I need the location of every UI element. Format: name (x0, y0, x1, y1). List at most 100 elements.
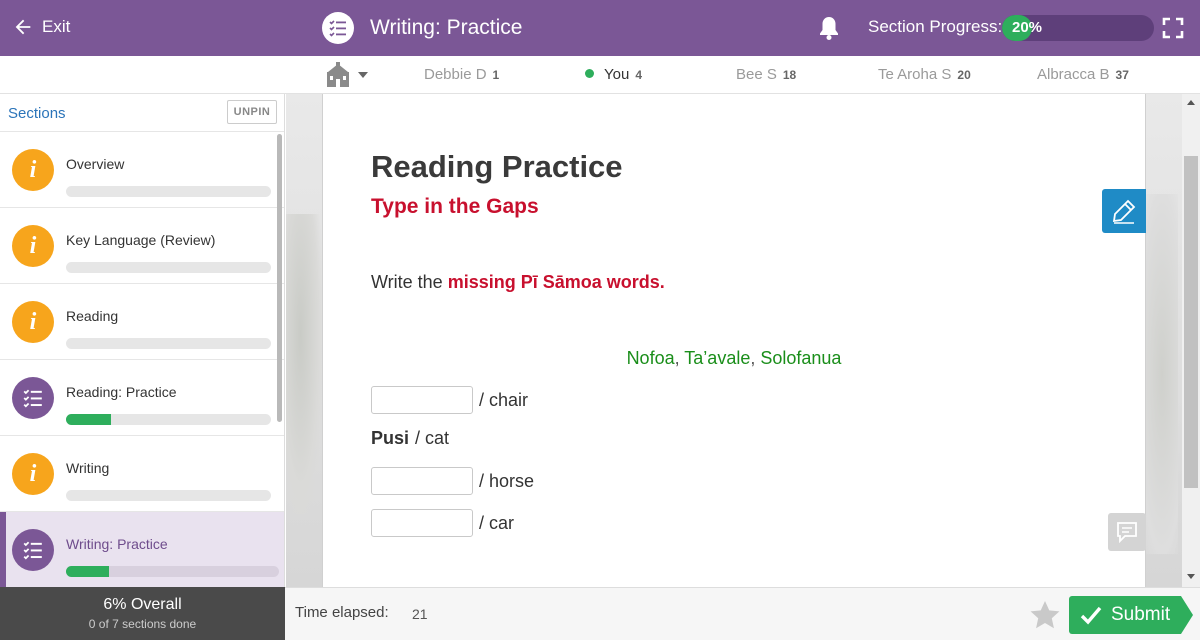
leaderboard-score: 20 (957, 68, 971, 82)
sections-sidebar: Sections UNPIN i Overview i Key Language… (0, 94, 285, 587)
leaderboard-name: Albracca B (1037, 66, 1110, 83)
gap-input-car[interactable] (371, 509, 473, 537)
sidebar-item-reading[interactable]: i Reading (0, 284, 284, 360)
sidebar-item-label: Key Language (Review) (66, 232, 216, 248)
arrow-left-icon (15, 19, 31, 35)
word-bank-separator: , (750, 348, 761, 368)
time-elapsed-value: 21 (412, 606, 428, 622)
sidebar-item-label: Writing: Practice (66, 536, 168, 552)
time-elapsed-label: Time elapsed: (295, 604, 389, 621)
leaderboard-bar: Debbie D 1 You 4 Bee S 18 Te Aroha S 20 Albr… (0, 56, 1200, 94)
fullscreen-icon[interactable] (1162, 17, 1184, 39)
gap-translation: / horse (479, 470, 535, 491)
submit-label: Submit (1111, 604, 1171, 625)
sidebar-item-writing[interactable]: i Writing (0, 436, 284, 512)
section-progress-bar (66, 262, 271, 273)
checklist-icon (322, 12, 354, 44)
background-image (286, 214, 322, 514)
section-progress-bar (66, 186, 271, 197)
sections-done-count: 0 of 7 sections done (88, 617, 197, 631)
annotate-button[interactable] (1102, 189, 1146, 233)
leaderboard-name: Bee S (736, 66, 777, 83)
activity-card: Reading Practice Type in the Gaps Write … (322, 94, 1146, 587)
section-progress-bar (66, 414, 271, 425)
leaderboard-name: Debbie D (424, 66, 487, 83)
activity-subheading: Type in the Gaps (371, 195, 539, 218)
chevron-down-icon (358, 72, 368, 78)
sidebar-scrollbar[interactable] (277, 134, 282, 422)
sidebar-item-label: Reading (66, 308, 119, 324)
gap-input-chair[interactable] (371, 386, 473, 414)
given-row: Pusi / cat (371, 428, 449, 449)
section-progress-bar (66, 338, 271, 349)
checkmark-icon (1080, 606, 1102, 625)
school-icon (327, 62, 349, 87)
word-bank-word: Ta’avale (684, 348, 751, 368)
checklist-icon (12, 377, 54, 419)
info-icon: i (12, 301, 54, 343)
leaderboard-entry-you: You 4 (585, 66, 642, 83)
section-progress-bar: 20% (1002, 15, 1154, 41)
section-progress-bar (66, 566, 279, 577)
leaderboard-name: You (604, 66, 630, 83)
instruction-text: Write the missing Pī Sāmoa words. (371, 272, 665, 293)
leaderboard-score: 18 (782, 68, 797, 82)
overall-progress: 6% Overall (103, 596, 182, 613)
word-bank: Nofoa, Ta’avale, Solofanua (323, 348, 1145, 369)
instruction-highlight: missing Pī Sāmoa words. (447, 272, 665, 292)
given-word: Pusi (371, 428, 410, 448)
section-progress-label: Section Progress: (868, 17, 1003, 36)
comment-button[interactable] (1108, 513, 1146, 551)
word-bank-word: Nofoa (626, 348, 675, 368)
scroll-down-arrow-icon[interactable] (1187, 574, 1195, 579)
bottom-bar: Time elapsed: 21 Submit (285, 587, 1200, 640)
online-status-dot (585, 69, 594, 78)
scrollbar-thumb[interactable] (1184, 156, 1198, 488)
info-icon: i (12, 453, 54, 495)
page-title-group: Writing: Practice (322, 12, 523, 44)
sidebar-item-overview[interactable]: i Overview (0, 132, 284, 208)
sidebar-title: Sections (8, 105, 66, 122)
word-bank-separator: , (674, 348, 685, 368)
submit-button[interactable]: Submit (1069, 596, 1193, 634)
gap-row: / chair (371, 386, 528, 414)
instruction-prefix: Write the (371, 272, 448, 292)
sidebar-item-label: Overview (66, 156, 125, 172)
given-translation: / cat (415, 428, 450, 448)
gap-translation: / car (479, 512, 515, 533)
gap-translation: / chair (479, 389, 529, 410)
info-icon: i (12, 149, 54, 191)
sidebar-item-label: Reading: Practice (66, 384, 177, 400)
leaderboard-entry: Debbie D 1 (424, 66, 499, 83)
leaderboard-name: Te Aroha S (878, 66, 952, 83)
info-icon: i (12, 225, 54, 267)
section-progress-value: 20% (1012, 19, 1043, 36)
activity-heading: Reading Practice (371, 149, 623, 184)
leaderboard-entry: Bee S 18 (736, 66, 796, 83)
comment-icon (1117, 522, 1137, 543)
sidebar-item-reading-practice[interactable]: Reading: Practice (0, 360, 284, 436)
gap-input-horse[interactable] (371, 467, 473, 495)
sidebar-item-key-language[interactable]: i Key Language (Review) (0, 208, 284, 284)
unpin-button[interactable]: UNPIN (227, 100, 277, 124)
star-icon[interactable] (1029, 599, 1061, 631)
exit-label: Exit (42, 17, 71, 36)
gap-row: / horse (371, 467, 534, 495)
section-progress-fill (66, 414, 112, 425)
leaderboard-entry: Te Aroha S 20 (878, 66, 971, 83)
pen-icon (1112, 199, 1136, 224)
leaderboard-score: 37 (1115, 68, 1129, 82)
school-dropdown[interactable] (324, 62, 368, 88)
scroll-up-arrow-icon[interactable] (1187, 100, 1195, 105)
bell-icon[interactable] (818, 15, 840, 41)
sidebar-item-writing-practice[interactable]: Writing: Practice (0, 512, 284, 587)
top-bar: Exit Writing: Practice Section Progress:… (0, 0, 1200, 56)
content-scrollbar[interactable] (1182, 94, 1200, 587)
section-progress-bar (66, 490, 271, 501)
word-bank-word: Solofanua (760, 348, 842, 368)
leaderboard-entry: Albracca B 37 (1037, 66, 1129, 83)
leaderboard-score: 4 (635, 68, 642, 82)
sidebar-header: Sections UNPIN (0, 94, 284, 132)
page-title: Writing: Practice (370, 16, 523, 39)
exit-button[interactable]: Exit (12, 16, 70, 38)
